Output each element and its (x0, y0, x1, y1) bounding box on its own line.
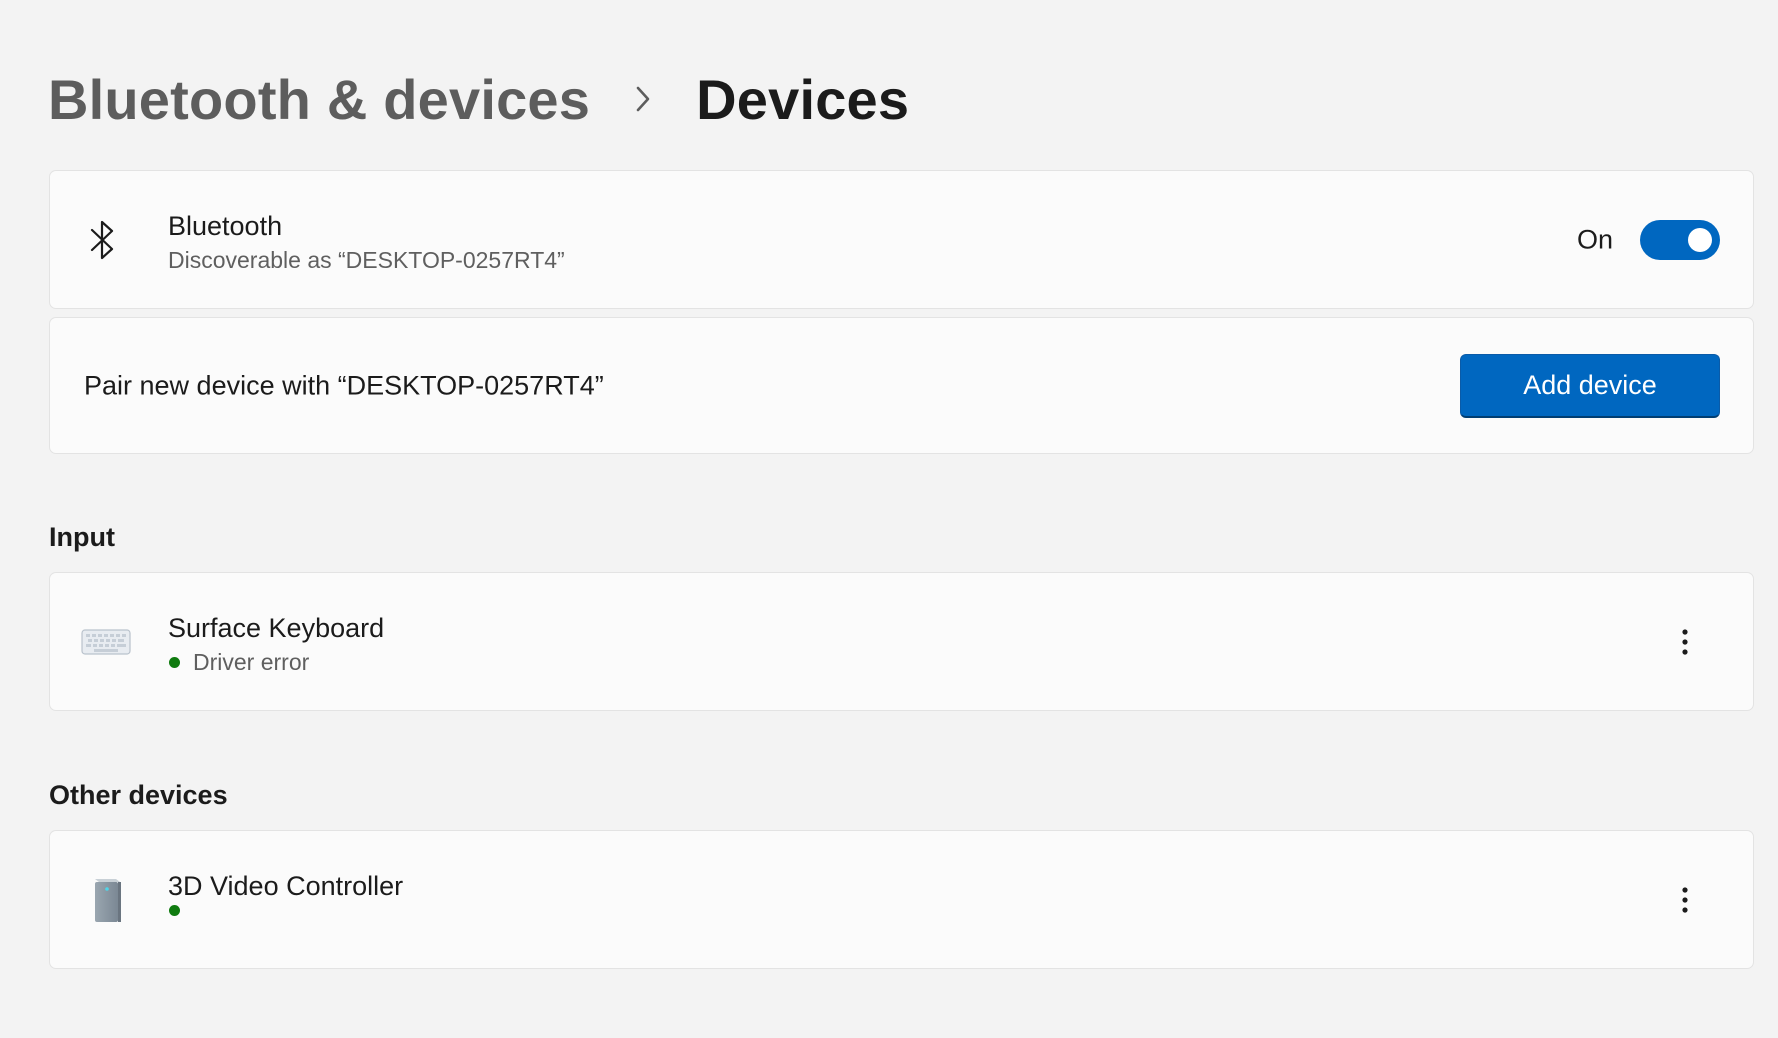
page-title: Devices (696, 67, 910, 131)
keyboard-icon (81, 617, 131, 667)
device-status: Driver error (168, 647, 384, 677)
devices-settings-page: Bluetooth & devices Devices Bluetooth Di… (0, 0, 1778, 1038)
device-name: Surface Keyboard (168, 613, 385, 643)
device-name: 3D Video Controller (168, 871, 404, 901)
section-header-input: Input (49, 522, 115, 552)
bluetooth-card: Bluetooth Discoverable as “DESKTOP-0257R… (49, 170, 1754, 309)
desktop-tower-icon (82, 875, 132, 925)
device-status (168, 905, 403, 916)
bluetooth-toggle[interactable] (1640, 219, 1720, 260)
toggle-knob (1688, 227, 1712, 252)
more-vertical-icon (1682, 886, 1688, 913)
pair-device-text: Pair new device with “DESKTOP-0257RT4” (84, 370, 604, 400)
pair-device-card: Pair new device with “DESKTOP-0257RT4” A… (49, 317, 1754, 454)
device-row-surface-keyboard[interactable]: Surface Keyboard Driver error (49, 572, 1754, 711)
chevron-right-icon (620, 76, 666, 122)
toggle-state-label: On (1576, 224, 1613, 254)
bluetooth-subtitle: Discoverable as “DESKTOP-0257RT4” (168, 247, 565, 273)
more-options-button[interactable] (1665, 880, 1705, 920)
more-vertical-icon (1682, 628, 1688, 655)
bluetooth-text: Bluetooth Discoverable as “DESKTOP-0257R… (168, 209, 565, 275)
status-dot-icon (169, 656, 180, 668)
device-row-3d-video-controller[interactable]: 3D Video Controller (49, 830, 1754, 969)
section-header-other-devices: Other devices (49, 780, 228, 810)
status-dot-icon (169, 905, 180, 916)
device-text: 3D Video Controller (168, 869, 403, 916)
device-text: Surface Keyboard Driver error (168, 611, 384, 677)
breadcrumb: Bluetooth & devices Devices (48, 62, 909, 136)
device-status-text: Driver error (193, 649, 310, 675)
bluetooth-icon (78, 215, 128, 265)
breadcrumb-parent-link[interactable]: Bluetooth & devices (48, 67, 590, 132)
more-options-button[interactable] (1665, 622, 1705, 662)
add-device-button[interactable]: Add device (1460, 353, 1720, 418)
bluetooth-title: Bluetooth (168, 211, 283, 241)
